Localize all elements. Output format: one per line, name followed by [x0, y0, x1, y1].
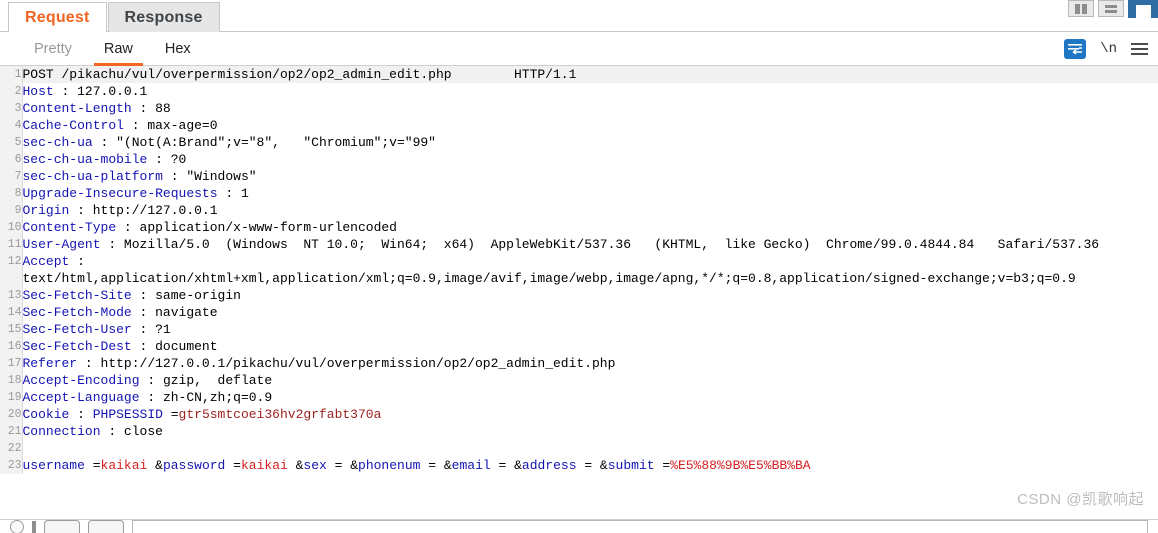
- raw-line: 20 Cookie : PHPSESSID =gtr5smtcoei36hv2gr…: [0, 406, 1158, 423]
- line-number: 3: [0, 100, 23, 117]
- raw-line-content: Accept-Encoding : gzip, deflate: [22, 373, 273, 388]
- raw-line: 8 Upgrade-Insecure-Requests : 1: [0, 185, 1158, 202]
- raw-code-table: 1 POST /pikachu/vul/overpermission/op2/op…: [0, 66, 1158, 474]
- search-circle-icon[interactable]: [10, 520, 24, 533]
- tab-hex-label: Hex: [164, 40, 191, 57]
- line-number: 8: [0, 185, 23, 202]
- raw-line-content: POST /pikachu/vul/overpermission/op2/op2…: [22, 66, 1158, 83]
- line-number: 16: [0, 338, 23, 355]
- line-number: 23: [0, 457, 23, 474]
- tab-pretty-label: Pretty: [34, 40, 72, 57]
- tab-response[interactable]: Response: [107, 2, 220, 32]
- line-number: 19: [0, 389, 23, 406]
- line-number: 21: [0, 423, 23, 440]
- tab-request-label: Request: [25, 8, 90, 26]
- tab-request[interactable]: Request: [8, 2, 107, 32]
- raw-line-content: sec-ch-ua : "(Not(A:Brand";v="8", "Chrom…: [22, 135, 436, 150]
- raw-line: 15 Sec-Fetch-User : ?1: [0, 321, 1158, 338]
- raw-line: 13 Sec-Fetch-Site : same-origin: [0, 287, 1158, 304]
- line-number: 15: [0, 321, 23, 338]
- raw-line: 22: [0, 440, 1158, 457]
- raw-line-content: Sec-Fetch-Mode : navigate: [22, 305, 218, 320]
- message-tabbar: Request Response: [0, 0, 1158, 32]
- raw-line-content: Sec-Fetch-Site : same-origin: [22, 288, 241, 303]
- raw-line: 10 Content-Type : application/x-www-form-…: [0, 219, 1158, 236]
- raw-line-content: [22, 440, 1158, 457]
- raw-line-content: Sec-Fetch-Dest : document: [22, 339, 218, 354]
- raw-line-content: Host : 127.0.0.1: [22, 84, 148, 99]
- panel-maximize-icon[interactable]: [1128, 0, 1158, 18]
- line-number: 7: [0, 168, 23, 185]
- format-tabbar: Pretty Raw Hex \n: [0, 32, 1158, 66]
- raw-line: 5 sec-ch-ua : "(Not(A:Brand";v="8", "Chro…: [0, 134, 1158, 151]
- format-toolbar-right: \n: [1064, 32, 1148, 66]
- line-number: 17: [0, 355, 23, 372]
- toolbar-button-1[interactable]: [44, 520, 80, 533]
- raw-line-content: Upgrade-Insecure-Requests : 1: [22, 186, 249, 201]
- raw-line: 6 sec-ch-ua-mobile : ?0: [0, 151, 1158, 168]
- raw-line-content: Cookie : PHPSESSID =gtr5smtcoei36hv2grfa…: [22, 407, 382, 422]
- line-number: 6: [0, 151, 23, 168]
- tab-raw[interactable]: Raw: [88, 32, 149, 66]
- line-number: 2: [0, 83, 23, 100]
- tab-pretty[interactable]: Pretty: [18, 32, 88, 66]
- tab-response-label: Response: [124, 8, 203, 26]
- raw-line-content: Accept : text/html,application/xhtml+xml…: [22, 254, 1076, 286]
- raw-line: 16 Sec-Fetch-Dest : document: [0, 338, 1158, 355]
- raw-line: 1 POST /pikachu/vul/overpermission/op2/op…: [0, 66, 1158, 83]
- raw-line: 17 Referer : http://127.0.0.1/pikachu/vul…: [0, 355, 1158, 372]
- burp-message-editor: Request Response Pretty Raw Hex \n 1 POS…: [0, 0, 1158, 533]
- raw-line: 3 Content-Length : 88: [0, 100, 1158, 117]
- tab-hex[interactable]: Hex: [149, 32, 207, 66]
- line-number: 13: [0, 287, 23, 304]
- raw-line-content: Sec-Fetch-User : ?1: [22, 322, 171, 337]
- raw-line: 18 Accept-Encoding : gzip, deflate: [0, 372, 1158, 389]
- line-number: 1: [0, 66, 23, 83]
- panel-stack-icon[interactable]: [1098, 0, 1124, 17]
- hamburger-menu-icon[interactable]: [1131, 43, 1148, 55]
- raw-line-content: Origin : http://127.0.0.1: [22, 203, 218, 218]
- line-number: 20: [0, 406, 23, 423]
- newline-toggle[interactable]: \n: [1100, 41, 1117, 57]
- line-number: 11: [0, 236, 23, 253]
- line-number: 4: [0, 117, 23, 134]
- raw-line: 2 Host : 127.0.0.1: [0, 83, 1158, 100]
- raw-line-content: Content-Length : 88: [22, 101, 171, 116]
- raw-line-content: Content-Type : application/x-www-form-ur…: [22, 220, 397, 235]
- line-number: 9: [0, 202, 23, 219]
- raw-line: 19 Accept-Language : zh-CN,zh;q=0.9: [0, 389, 1158, 406]
- raw-line-content: Connection : close: [22, 424, 163, 439]
- line-number: 10: [0, 219, 23, 236]
- raw-line: 23 username =kaikai &password =kaikai &se…: [0, 457, 1158, 474]
- raw-line-content: sec-ch-ua-mobile : ?0: [22, 152, 187, 167]
- raw-line: 9 Origin : http://127.0.0.1: [0, 202, 1158, 219]
- line-number: 5: [0, 134, 23, 151]
- raw-line-content: Referer : http://127.0.0.1/pikachu/vul/o…: [22, 356, 616, 371]
- line-number: 12: [0, 253, 23, 287]
- bottom-toolbar: [0, 519, 1158, 533]
- pin-icon[interactable]: [32, 520, 36, 533]
- raw-line: 7 sec-ch-ua-platform : "Windows": [0, 168, 1158, 185]
- line-number: 18: [0, 372, 23, 389]
- search-field[interactable]: [132, 520, 1148, 533]
- line-number: 22: [0, 440, 23, 457]
- raw-line: 14 Sec-Fetch-Mode : navigate: [0, 304, 1158, 321]
- raw-line: 12 Accept : text/html,application/xhtml+x…: [0, 253, 1158, 287]
- raw-line-content: username =kaikai &password =kaikai &sex …: [22, 458, 811, 473]
- line-number: 14: [0, 304, 23, 321]
- raw-editor[interactable]: 1 POST /pikachu/vul/overpermission/op2/op…: [0, 66, 1158, 506]
- raw-line-content: sec-ch-ua-platform : "Windows": [22, 169, 257, 184]
- panel-split-icon[interactable]: [1068, 0, 1094, 17]
- raw-line-content: Cache-Control : max-age=0: [22, 118, 218, 133]
- raw-line-content: User-Agent : Mozilla/5.0 (Windows NT 10.…: [22, 237, 1100, 252]
- raw-line: 11 User-Agent : Mozilla/5.0 (Windows NT 1…: [0, 236, 1158, 253]
- raw-line: 21 Connection : close: [0, 423, 1158, 440]
- csdn-watermark: CSDN @凯歌响起: [1017, 491, 1144, 508]
- raw-line-content: Accept-Language : zh-CN,zh;q=0.9: [22, 390, 273, 405]
- window-controls: [1064, 0, 1158, 18]
- raw-line: 4 Cache-Control : max-age=0: [0, 117, 1158, 134]
- word-wrap-icon[interactable]: [1064, 39, 1087, 59]
- tab-raw-label: Raw: [103, 40, 133, 57]
- toolbar-button-2[interactable]: [88, 520, 124, 533]
